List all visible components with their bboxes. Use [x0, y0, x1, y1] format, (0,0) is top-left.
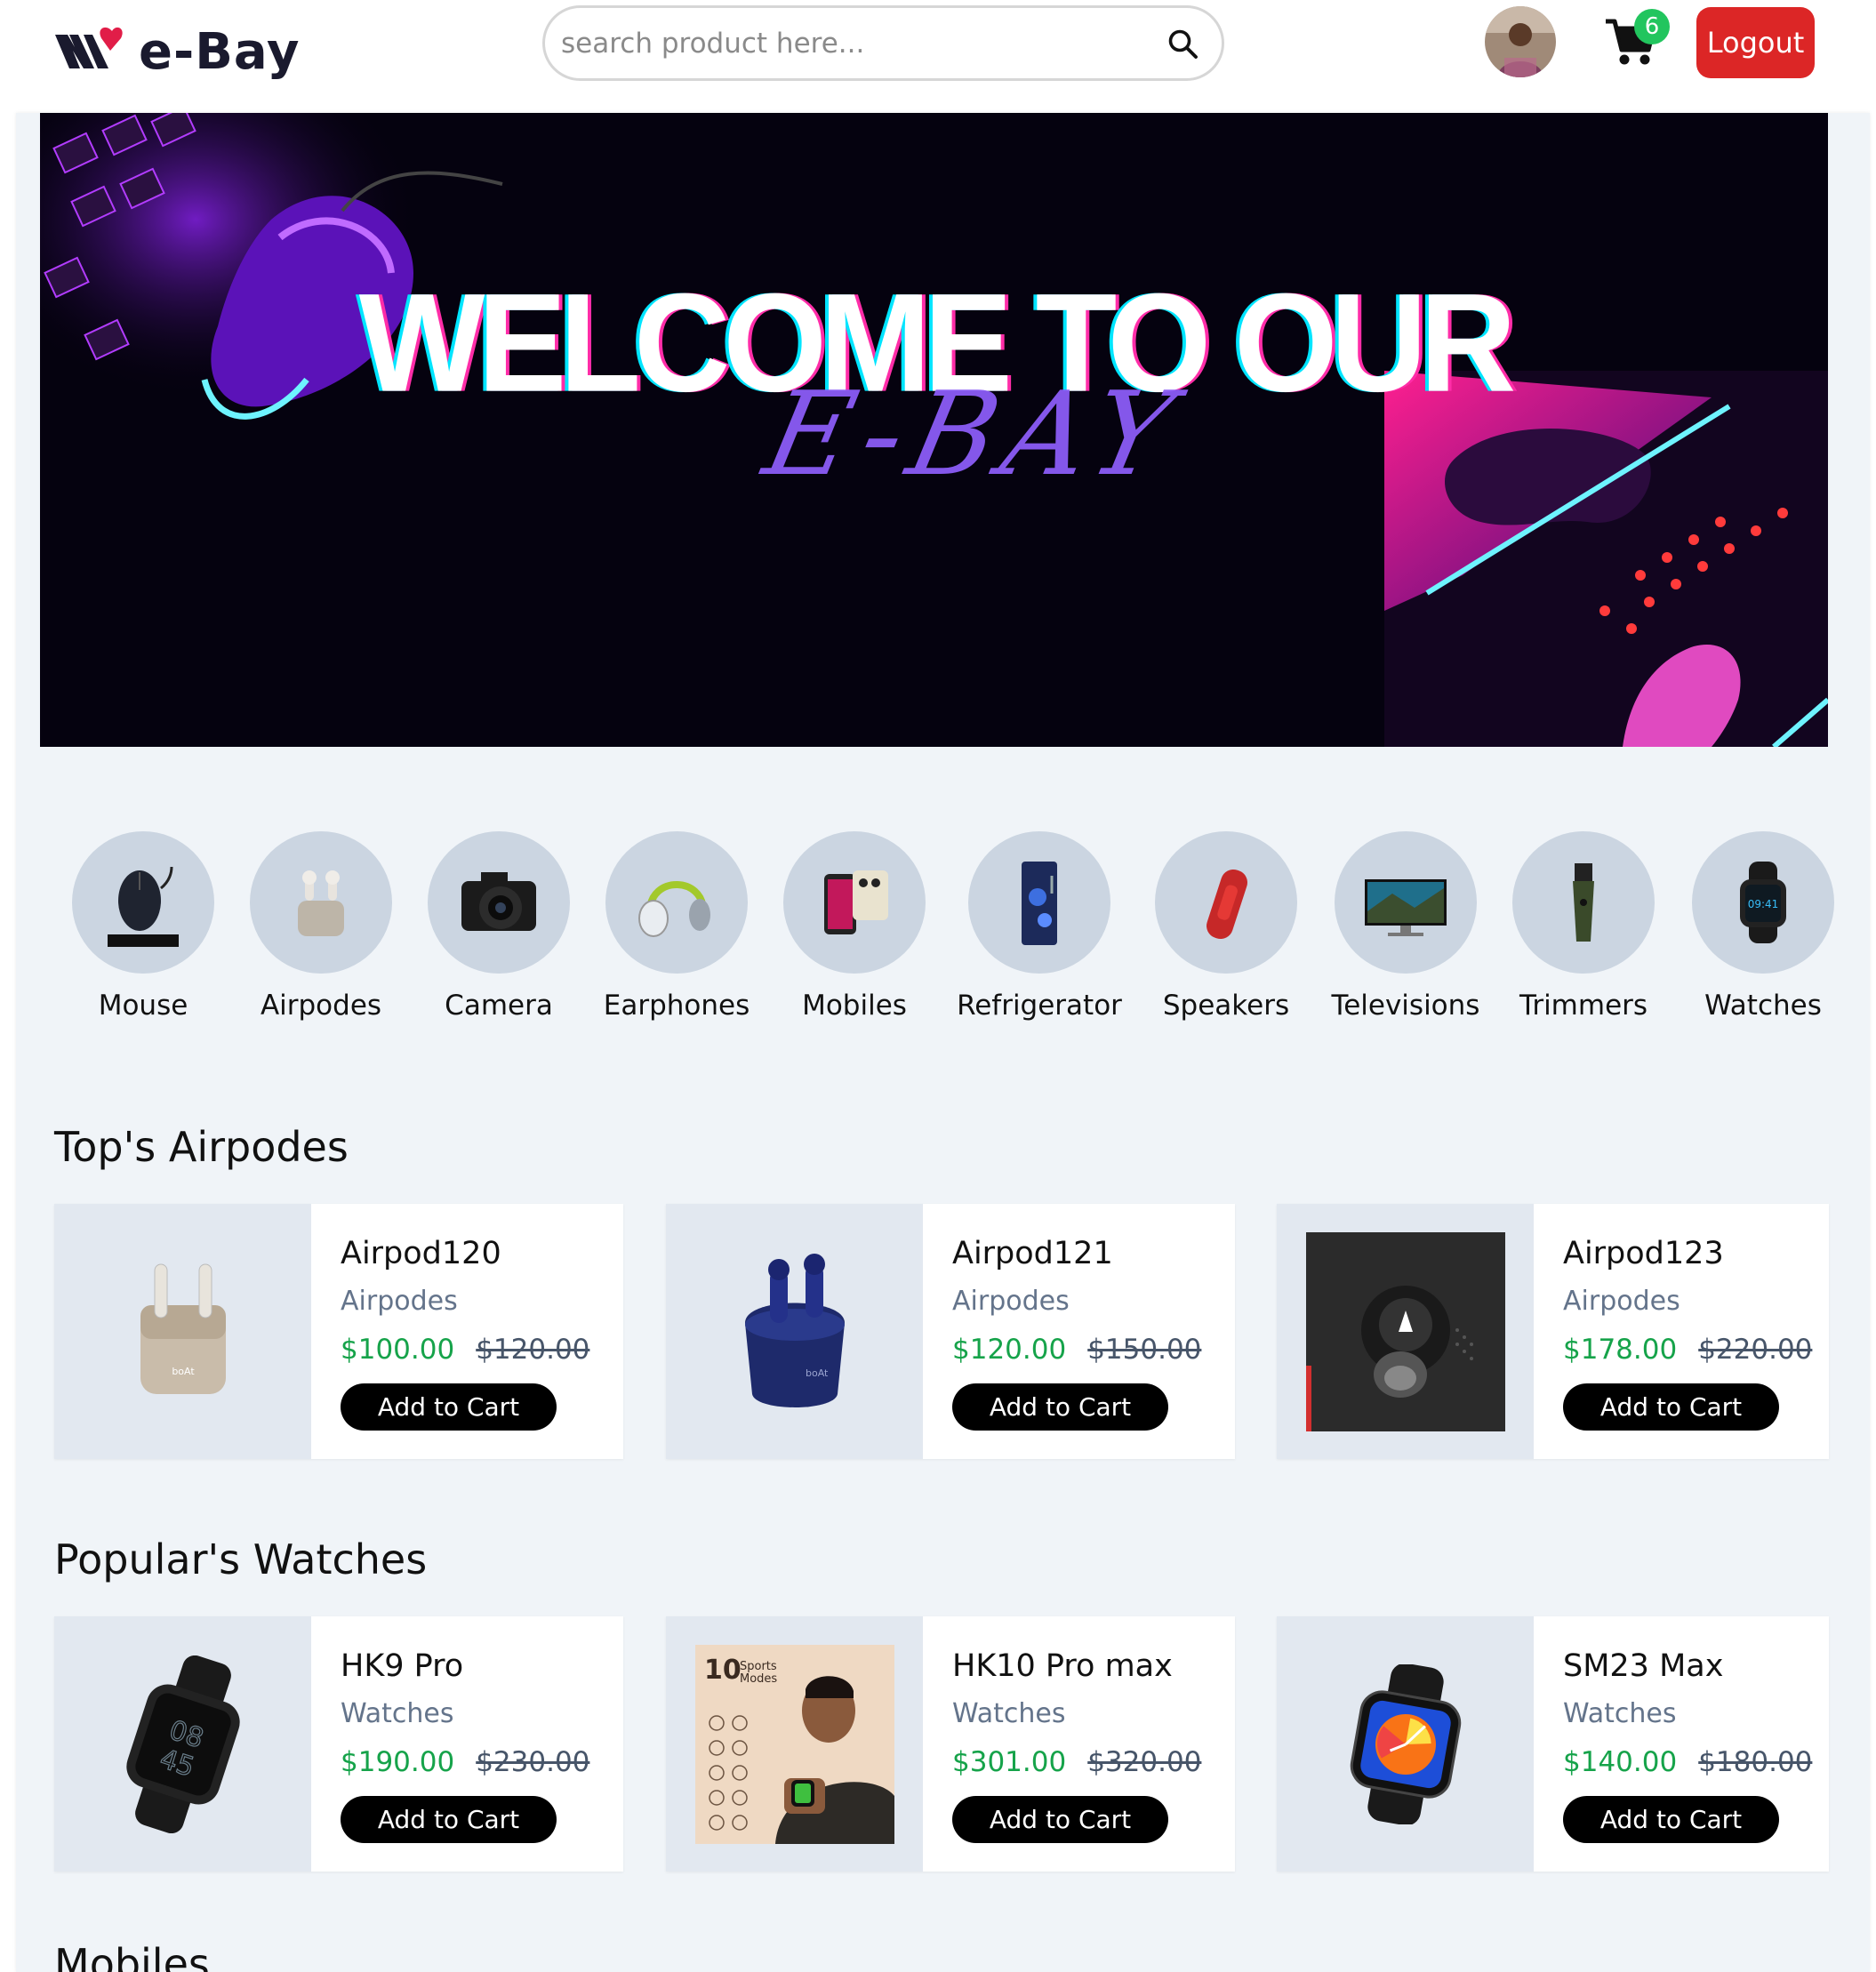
- product-image: 08 45: [54, 1616, 311, 1872]
- category-label: Speakers: [1162, 990, 1290, 1022]
- category-label: Earphones: [603, 990, 750, 1022]
- avatar[interactable]: [1485, 6, 1556, 77]
- product-card[interactable]: SM23 Max Watches $140.00 $180.00 Add to C…: [1277, 1616, 1829, 1872]
- category-list: Mouse Airpodes Camera Earphones Mobiles: [54, 831, 1834, 1027]
- product-old-price: $230.00: [476, 1746, 590, 1778]
- section-title-airpodes: Top's Airpodes: [54, 1123, 349, 1171]
- product-image: [1277, 1204, 1534, 1459]
- product-card[interactable]: Airpod123 Airpodes $178.00 $220.00 Add to…: [1277, 1204, 1829, 1459]
- product-category: Watches: [1563, 1698, 1677, 1729]
- refrigerator-icon: [968, 831, 1110, 974]
- category-label: Camera: [445, 990, 553, 1022]
- product-image: 10 Sports Modes: [666, 1616, 923, 1872]
- product-name: Airpod120: [341, 1236, 501, 1271]
- category-televisions[interactable]: Televisions: [1317, 831, 1495, 1022]
- svg-text:09:41: 09:41: [1748, 898, 1779, 910]
- product-old-price: $320.00: [1087, 1746, 1202, 1778]
- category-label: Televisions: [1331, 990, 1480, 1022]
- category-speakers[interactable]: Speakers: [1137, 831, 1315, 1022]
- mouse-icon: [72, 831, 214, 974]
- trimmer-icon: [1512, 831, 1655, 974]
- product-card[interactable]: boAt Airpod121 Airpodes $120.00 $150.00 A…: [666, 1204, 1235, 1459]
- category-label: Mobiles: [802, 990, 907, 1022]
- category-camera[interactable]: Camera: [410, 831, 588, 1022]
- cart-count-badge: 6: [1634, 9, 1670, 44]
- hero-banner: WELCOME TO OUR E-BAY: [40, 113, 1828, 747]
- category-label: Mouse: [98, 990, 188, 1022]
- product-price: $301.00: [952, 1746, 1067, 1778]
- product-category: Airpodes: [341, 1286, 458, 1317]
- section-title-mobiles: Mobiles: [54, 1940, 210, 1972]
- svg-text:boAt: boAt: [172, 1366, 195, 1377]
- television-icon: [1335, 831, 1477, 974]
- product-category: Watches: [341, 1698, 454, 1729]
- category-mouse[interactable]: Mouse: [54, 831, 232, 1022]
- section-title-watches: Popular's Watches: [54, 1535, 428, 1583]
- mobile-icon: [783, 831, 926, 974]
- category-label: Refrigerator: [957, 990, 1122, 1022]
- product-name: HK9 Pro: [341, 1648, 464, 1684]
- product-price: $190.00: [341, 1746, 455, 1778]
- category-airpodes[interactable]: Airpodes: [232, 831, 410, 1022]
- category-trimmers[interactable]: Trimmers: [1495, 831, 1672, 1022]
- watch-icon: 09:41: [1692, 831, 1834, 974]
- category-label: Watches: [1704, 990, 1822, 1022]
- svg-text:Sports: Sports: [740, 1660, 777, 1673]
- headphones-icon: [605, 831, 748, 974]
- product-card[interactable]: 10 Sports Modes HK10 Pro max Watches $301.…: [666, 1616, 1235, 1872]
- svg-text:boAt: boAt: [806, 1367, 829, 1379]
- speaker-icon: [1155, 831, 1297, 974]
- category-label: Airpodes: [260, 990, 382, 1022]
- logo-text: e-Bay: [139, 22, 301, 81]
- category-label: Trimmers: [1519, 990, 1648, 1022]
- product-price: $178.00: [1563, 1334, 1678, 1366]
- product-name: HK10 Pro max: [952, 1648, 1173, 1684]
- product-old-price: $150.00: [1087, 1334, 1202, 1366]
- product-old-price: $180.00: [1698, 1746, 1813, 1778]
- search-input[interactable]: [561, 27, 1163, 60]
- product-price: $120.00: [952, 1334, 1067, 1366]
- product-image: boAt: [54, 1204, 311, 1459]
- svg-text:Modes: Modes: [740, 1672, 777, 1686]
- category-refrigerator[interactable]: Refrigerator: [950, 831, 1128, 1022]
- banner-subtitle: E-BAY: [754, 366, 1193, 501]
- product-old-price: $220.00: [1698, 1334, 1813, 1366]
- add-to-cart-button[interactable]: Add to Cart: [1563, 1796, 1779, 1843]
- product-category: Watches: [952, 1698, 1066, 1729]
- search-bar: [542, 5, 1224, 81]
- add-to-cart-button[interactable]: Add to Cart: [952, 1796, 1168, 1843]
- logo-mark-icon: [55, 27, 123, 68]
- product-category: Airpodes: [1563, 1286, 1680, 1317]
- add-to-cart-button[interactable]: Add to Cart: [341, 1796, 557, 1843]
- search-icon[interactable]: [1163, 24, 1202, 63]
- product-price: $140.00: [1563, 1746, 1678, 1778]
- add-to-cart-button[interactable]: Add to Cart: [341, 1383, 557, 1431]
- main-content: WELCOME TO OUR E-BAY Mouse Airpodes Came…: [16, 113, 1870, 1972]
- airpods-icon: [250, 831, 392, 974]
- product-image: boAt: [666, 1204, 923, 1459]
- add-to-cart-button[interactable]: Add to Cart: [1563, 1383, 1779, 1431]
- product-name: Airpod123: [1563, 1236, 1724, 1271]
- add-to-cart-button[interactable]: Add to Cart: [952, 1383, 1168, 1431]
- product-image: [1277, 1616, 1534, 1872]
- logout-button[interactable]: Logout: [1696, 7, 1815, 78]
- category-earphones[interactable]: Earphones: [588, 831, 766, 1022]
- product-card[interactable]: boAt Airpod120 Airpodes $100.00 $120.00 A…: [54, 1204, 623, 1459]
- product-old-price: $120.00: [476, 1334, 590, 1366]
- product-name: Airpod121: [952, 1236, 1113, 1271]
- camera-icon: [428, 831, 570, 974]
- header: e-Bay 6 Logout: [0, 0, 1876, 113]
- product-price: $100.00: [341, 1334, 455, 1366]
- logo[interactable]: e-Bay: [53, 16, 300, 87]
- svg-text:10: 10: [704, 1655, 742, 1686]
- product-category: Airpodes: [952, 1286, 1070, 1317]
- product-card[interactable]: 08 45 HK9 Pro Watches $190.00 $230.00 Add …: [54, 1616, 623, 1872]
- category-watches[interactable]: 09:41 Watches: [1674, 831, 1852, 1022]
- category-mobiles[interactable]: Mobiles: [766, 831, 943, 1022]
- product-name: SM23 Max: [1563, 1648, 1724, 1684]
